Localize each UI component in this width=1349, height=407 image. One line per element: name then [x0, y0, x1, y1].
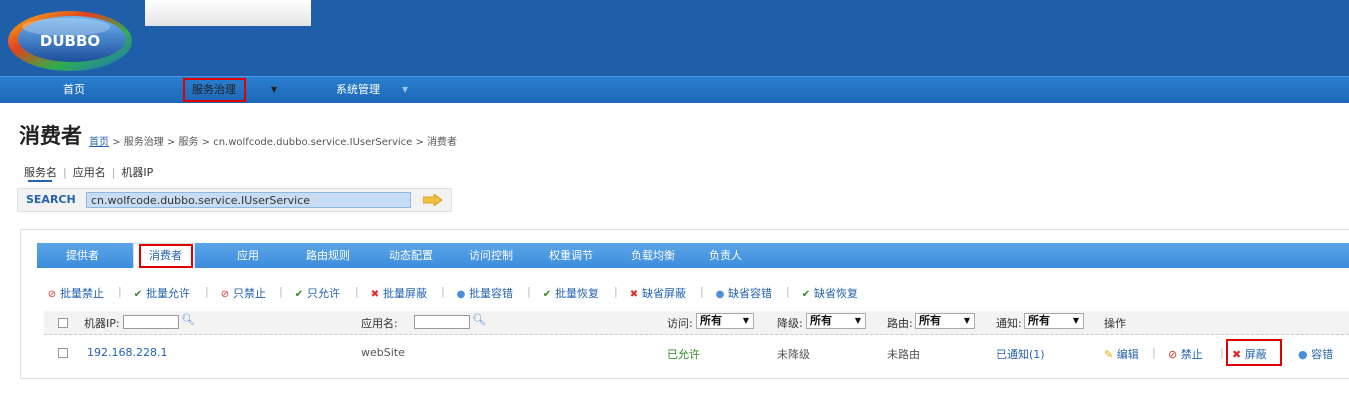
- tab-load-balance[interactable]: 负载均衡: [631, 243, 675, 268]
- separator: |: [614, 285, 618, 298]
- shield-x-icon: ✖: [370, 289, 380, 300]
- separator: |: [63, 166, 67, 179]
- tab-applications[interactable]: 应用: [237, 243, 259, 268]
- row-route-status: 未路由: [887, 348, 920, 361]
- svg-text:DUBBO: DUBBO: [40, 32, 100, 50]
- search-input[interactable]: [86, 192, 411, 208]
- tab-owners[interactable]: 负责人: [709, 243, 742, 268]
- breadcrumb-home-link[interactable]: 首页: [89, 137, 109, 148]
- breadcrumb-trail: > 服务治理 > 服务 > cn.wolfcode.dubbo.service.…: [109, 137, 458, 148]
- tab-bar: [37, 243, 1349, 268]
- row-tolerant-link[interactable]: ● 容错: [1298, 346, 1333, 362]
- select-all-checkbox[interactable]: [58, 318, 68, 328]
- separator: |: [786, 285, 790, 298]
- separator: |: [1220, 346, 1224, 359]
- tab-access-control[interactable]: 访问控制: [469, 243, 513, 268]
- header-ip: 机器IP:: [84, 317, 120, 330]
- nav-active-bg: [145, 0, 311, 26]
- header-app: 应用名:: [361, 317, 398, 330]
- ip-filter-input[interactable]: [123, 315, 179, 329]
- search-tab-ip[interactable]: 机器IP: [121, 166, 153, 179]
- search-tab-underline: [28, 180, 52, 182]
- tab-dynamic-config[interactable]: 动态配置: [389, 243, 433, 268]
- route-filter-select[interactable]: 所有 ▼: [915, 313, 975, 329]
- check-icon: ✔: [542, 289, 552, 300]
- shield-x-icon: ✖: [629, 289, 639, 300]
- row-forbid-link[interactable]: ⊘ 禁止: [1168, 346, 1203, 362]
- highlight-box-shield: [1226, 339, 1282, 366]
- chevron-down-icon: ▼: [963, 316, 970, 325]
- search-tab-app[interactable]: 应用名: [73, 166, 106, 179]
- search-mode-tabs: 服务名 | 应用名 | 机器IP: [24, 164, 153, 180]
- action-batch-forbid[interactable]: ⊘ 批量禁止: [47, 285, 104, 301]
- separator: |: [700, 285, 704, 298]
- row-checkbox[interactable]: [58, 348, 68, 358]
- header-access: 访问:: [667, 317, 693, 330]
- row-access-status: 已允许: [667, 348, 700, 361]
- row-app-name: webSite: [361, 346, 405, 359]
- separator: |: [527, 285, 531, 298]
- highlight-box-tab: [139, 244, 193, 268]
- tab-providers[interactable]: 提供者: [66, 243, 99, 268]
- header-degrade: 降级:: [777, 317, 803, 330]
- header-route: 路由:: [887, 317, 913, 330]
- check-icon: ✔: [294, 289, 304, 300]
- nav-dropdown-icon-2[interactable]: ▼: [402, 77, 408, 103]
- search-tab-service[interactable]: 服务名: [24, 166, 57, 179]
- action-batch-allow[interactable]: ✔ 批量允许: [133, 285, 190, 301]
- action-batch-shield[interactable]: ✖ 批量屏蔽: [370, 285, 427, 301]
- nav-item-home[interactable]: 首页: [63, 77, 85, 103]
- separator: |: [1152, 346, 1156, 359]
- notify-filter-select[interactable]: 所有 ▼: [1024, 313, 1084, 329]
- search-label: SEARCH: [26, 193, 76, 206]
- tab-weights[interactable]: 权重调节: [549, 243, 593, 268]
- separator: |: [118, 285, 122, 298]
- search-icon[interactable]: 🔍︎: [181, 313, 195, 326]
- nav-dropdown-icon[interactable]: ▼: [271, 77, 277, 103]
- action-default-shield[interactable]: ✖ 缺省屏蔽: [629, 285, 686, 301]
- row-ip-link[interactable]: 192.168.228.1: [87, 346, 167, 359]
- chevron-down-icon: ▼: [1072, 316, 1079, 325]
- degrade-filter-select[interactable]: 所有 ▼: [806, 313, 866, 329]
- row-notify-link[interactable]: 已通知(1): [996, 346, 1045, 362]
- forbid-icon: ⊘: [220, 289, 230, 300]
- separator: |: [205, 285, 209, 298]
- check-icon: ✔: [801, 289, 811, 300]
- tolerant-icon: ●: [1298, 348, 1308, 361]
- tab-routes[interactable]: 路由规则: [306, 243, 350, 268]
- search-arrow-icon[interactable]: [422, 193, 443, 207]
- check-icon: ✔: [133, 289, 143, 300]
- separator: |: [441, 285, 445, 298]
- forbid-icon: ⊘: [47, 289, 57, 300]
- row-edit-link[interactable]: ✎ 编辑: [1104, 346, 1139, 362]
- action-only-forbid[interactable]: ⊘ 只禁止: [220, 285, 266, 301]
- breadcrumb: 首页 > 服务治理 > 服务 > cn.wolfcode.dubbo.servi…: [89, 133, 457, 148]
- highlight-box-nav: [183, 78, 246, 102]
- action-only-allow[interactable]: ✔ 只允许: [294, 285, 340, 301]
- nav-item-system-admin[interactable]: 系统管理: [336, 77, 380, 103]
- forbid-icon: ⊘: [1168, 348, 1178, 361]
- dubbo-logo[interactable]: DUBBO: [6, 5, 136, 73]
- app-filter-input[interactable]: [414, 315, 470, 329]
- separator: |: [111, 166, 116, 179]
- chevron-down-icon: ▼: [742, 316, 749, 325]
- chevron-down-icon: ▼: [854, 316, 861, 325]
- action-default-tolerant[interactable]: ● 缺省容错: [715, 285, 772, 301]
- separator: |: [279, 285, 283, 298]
- search-icon[interactable]: 🔍︎: [472, 313, 486, 326]
- row-degrade-status: 未降级: [777, 348, 810, 361]
- tolerant-icon: ●: [456, 289, 466, 300]
- separator: |: [355, 285, 359, 298]
- page-title: 消费者: [19, 124, 82, 148]
- pencil-icon: ✎: [1104, 348, 1114, 361]
- header-notify: 通知:: [996, 317, 1022, 330]
- access-filter-select[interactable]: 所有 ▼: [696, 313, 754, 329]
- action-batch-recover[interactable]: ✔ 批量恢复: [542, 285, 599, 301]
- tolerant-icon: ●: [715, 289, 725, 300]
- header-ops: 操作: [1104, 317, 1126, 330]
- action-batch-tolerant[interactable]: ● 批量容错: [456, 285, 513, 301]
- action-default-recover[interactable]: ✔ 缺省恢复: [801, 285, 858, 301]
